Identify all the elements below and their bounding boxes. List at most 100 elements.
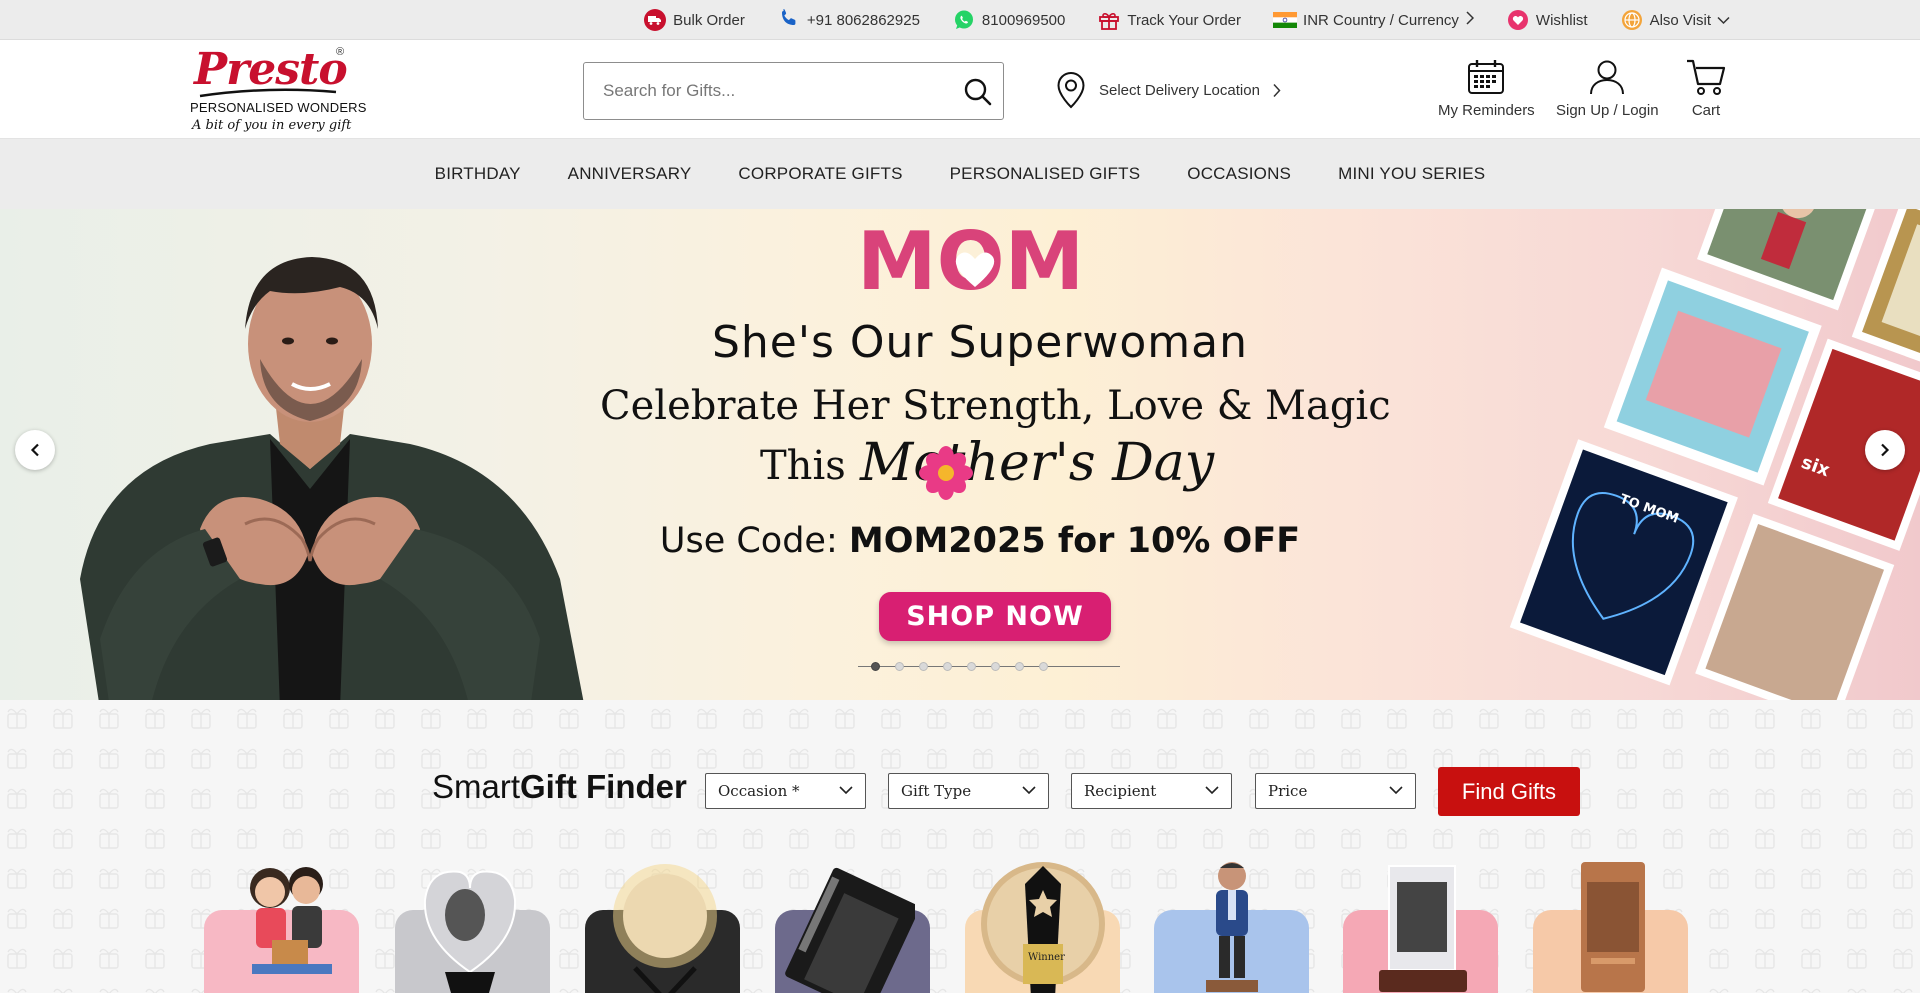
chevron-right-icon (1465, 11, 1474, 29)
crystal-cube-product-image (1379, 865, 1467, 992)
chevron-down-icon (1717, 12, 1730, 29)
gift-finder-title-regular: Smart (432, 768, 521, 805)
hero-banner[interactable]: MOM She's Our Superwoman Celebrate Her S… (0, 209, 1920, 700)
bulk-order-label: Bulk Order (673, 11, 745, 29)
crystal-heart-product-image (423, 870, 517, 993)
wishlist-link[interactable]: Wishlist (1506, 8, 1588, 32)
logo-tagline: PERSONALISED WONDERS (190, 100, 367, 115)
delivery-location-selector[interactable]: Select Delivery Location (1055, 70, 1281, 110)
category-card-8[interactable] (1533, 862, 1688, 993)
chevron-down-icon (839, 786, 853, 795)
find-gifts-button[interactable]: Find Gifts (1438, 767, 1580, 816)
price-select[interactable]: Price (1255, 773, 1416, 809)
category-card-1[interactable] (204, 867, 359, 993)
nav-occasions[interactable]: OCCASIONS (1187, 164, 1291, 184)
category-card-6[interactable] (1154, 862, 1309, 993)
my-reminders-button[interactable]: My Reminders (1438, 58, 1535, 119)
map-pin-icon (1057, 71, 1085, 109)
category-cards-row: Winner (0, 860, 1920, 993)
diary-pen-set-product-image (785, 867, 915, 993)
smart-gift-finder-section: SmartGift Finder Occasion * Gift Type Re… (0, 700, 1920, 993)
recipient-select[interactable]: Recipient (1071, 773, 1232, 809)
carousel-dot-3[interactable] (919, 662, 928, 671)
search-icon[interactable] (963, 77, 993, 107)
carousel-dot-8[interactable] (1039, 662, 1048, 671)
carousel-pagination (858, 661, 1120, 673)
presto-logo[interactable]: Presto ® PERSONALISED WONDERS A bit of y… (190, 44, 366, 136)
carousel-dot-5[interactable] (967, 662, 976, 671)
carousel-dot-6[interactable] (991, 662, 1000, 671)
nav-personalised-gifts[interactable]: PERSONALISED GIFTS (950, 164, 1141, 184)
also-visit-label: Also Visit (1649, 11, 1711, 29)
carousel-dot-4[interactable] (943, 662, 952, 671)
caricature-product-image (250, 867, 332, 974)
mini-figurine-product-image (1206, 862, 1258, 992)
carousel-dot-1[interactable] (871, 662, 880, 671)
carousel-next-button[interactable] (1865, 430, 1905, 470)
currency-selector[interactable]: INR Country / Currency (1273, 8, 1474, 32)
whatsapp-number: 8100969500 (981, 11, 1066, 29)
bulk-order-link[interactable]: Bulk Order (643, 8, 745, 32)
hero-this-text: This (760, 443, 846, 489)
chevron-right-icon (1273, 83, 1281, 97)
product-collage-image: six TO MOM (1509, 209, 1920, 700)
category-card-2[interactable] (395, 870, 550, 993)
user-icon (1590, 60, 1625, 95)
also-visit-dropdown[interactable]: Also Visit (1620, 8, 1730, 32)
track-order-label: Track Your Order (1127, 11, 1242, 29)
whatsapp-icon (952, 8, 976, 32)
chevron-down-icon (1389, 786, 1403, 795)
gift-type-select[interactable]: Gift Type (888, 773, 1049, 809)
site-header: Presto ® PERSONALISED WONDERS A bit of y… (0, 40, 1920, 139)
phone-number: +91 8062862925 (806, 11, 920, 29)
cart-button[interactable]: Cart (1686, 58, 1726, 119)
recipient-select-label: Recipient (1084, 782, 1157, 800)
mom-logo: MOM (857, 221, 1084, 303)
gift-type-select-label: Gift Type (901, 782, 972, 800)
whatsapp-link[interactable]: 8100969500 (952, 8, 1065, 32)
flower-icon (919, 446, 973, 500)
nav-mini-you-series[interactable]: MINI YOU SERIES (1338, 164, 1485, 184)
logo-registered-mark: ® (336, 46, 345, 58)
carousel-prev-button[interactable] (15, 430, 55, 470)
carousel-dot-7[interactable] (1015, 662, 1024, 671)
truck-icon (643, 8, 667, 32)
my-reminders-label: My Reminders (1438, 102, 1535, 119)
hero-model-image (80, 257, 584, 700)
price-select-label: Price (1268, 782, 1308, 800)
category-card-7[interactable] (1343, 865, 1498, 993)
shop-now-button[interactable]: SHOP NOW (879, 592, 1111, 641)
gift-finder-title: SmartGift Finder (432, 768, 687, 806)
logo-swoosh (199, 88, 337, 98)
category-card-3[interactable] (585, 864, 740, 993)
occasion-select-label: Occasion * (718, 782, 800, 800)
hero-headline: She's Our Superwoman (711, 317, 1248, 368)
occasion-select[interactable]: Occasion * (705, 773, 866, 809)
calendar-icon (1468, 60, 1505, 94)
delivery-location-label: Select Delivery Location (1099, 81, 1260, 99)
moon-lamp-product-image (613, 864, 717, 993)
nav-anniversary[interactable]: ANNIVERSARY (568, 164, 692, 184)
promo-code-text: Use Code: MOM2025 for 10% OFF (600, 521, 1360, 561)
category-card-4[interactable] (775, 867, 930, 993)
carousel-dot-2[interactable] (895, 662, 904, 671)
promo-code-prefix: Use Code: (659, 521, 849, 561)
promo-code-value: MOM2025 for 10% OFF (848, 521, 1301, 561)
category-card-5[interactable]: Winner (965, 862, 1120, 993)
globe-icon (1620, 8, 1644, 32)
gift-box-icon (1097, 8, 1121, 32)
wishlist-label: Wishlist (1535, 11, 1588, 29)
trophy-award-product-image: Winner (981, 862, 1105, 993)
track-order-link[interactable]: Track Your Order (1097, 8, 1241, 32)
sign-in-button[interactable]: Sign Up / Login (1556, 58, 1659, 119)
sign-in-label: Sign Up / Login (1556, 102, 1659, 119)
trophy-winner-text: Winner (1028, 952, 1065, 963)
phone-icon (777, 8, 801, 32)
nav-birthday[interactable]: BIRTHDAY (435, 164, 521, 184)
nav-corporate-gifts[interactable]: CORPORATE GIFTS (738, 164, 902, 184)
chevron-down-icon (1205, 786, 1219, 795)
logo-subtagline: A bit of you in every gift (192, 118, 352, 133)
hero-mothers-day-script: Mother's Day (860, 433, 1215, 493)
search-input[interactable] (603, 77, 943, 105)
phone-link[interactable]: +91 8062862925 (777, 8, 920, 32)
